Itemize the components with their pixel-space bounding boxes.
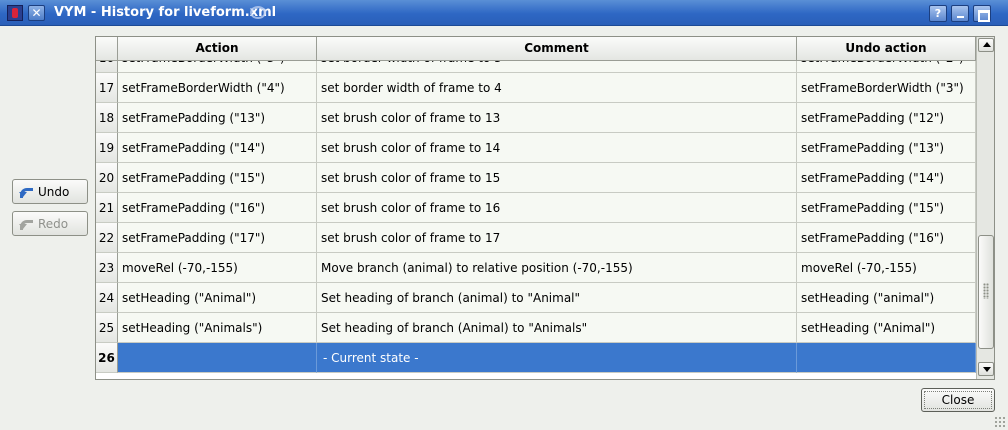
- table-row[interactable]: 16 setFrameBorderWidth ("3") set border …: [96, 61, 976, 73]
- table-row[interactable]: 23 moveRel (-70,-155) Move branch (anima…: [96, 253, 976, 283]
- close-button[interactable]: Close: [921, 388, 995, 412]
- column-header-comment[interactable]: Comment: [317, 37, 797, 61]
- history-table: Action Comment Undo action 16 setFrameBo…: [95, 36, 995, 380]
- window-close-button[interactable]: ✕: [28, 5, 45, 21]
- table-row-current-state[interactable]: 26 - Current state -: [96, 343, 976, 373]
- action-cell[interactable]: setHeading ("Animals"): [118, 313, 317, 343]
- action-cell[interactable]: moveRel (-70,-155): [118, 253, 317, 283]
- comment-cell[interactable]: Set heading of branch (Animal) to "Anima…: [317, 313, 797, 343]
- row-number: 17: [96, 73, 118, 103]
- action-cell[interactable]: setFramePadding ("16"): [118, 193, 317, 223]
- table-row[interactable]: 20 setFramePadding ("15") set brush colo…: [96, 163, 976, 193]
- undo-action-cell[interactable]: setFramePadding ("14"): [797, 163, 976, 193]
- help-button[interactable]: ?: [929, 5, 947, 22]
- app-icon[interactable]: [7, 5, 23, 21]
- table-row[interactable]: 17 setFrameBorderWidth ("4") set border …: [96, 73, 976, 103]
- redo-button[interactable]: Redo: [12, 211, 88, 236]
- comment-cell[interactable]: Set heading of branch (animal) to "Anima…: [317, 283, 797, 313]
- action-cell[interactable]: setHeading ("Animal"): [118, 283, 317, 313]
- table-body: 16 setFrameBorderWidth ("3") set border …: [96, 61, 976, 379]
- undo-action-cell[interactable]: [797, 343, 976, 373]
- action-cell[interactable]: setFramePadding ("17"): [118, 223, 317, 253]
- comment-cell[interactable]: set brush color of frame to 14: [317, 133, 797, 163]
- comment-cell[interactable]: set border width of frame to 4: [317, 73, 797, 103]
- row-number: 22: [96, 223, 118, 253]
- action-cell[interactable]: setFrameBorderWidth ("4"): [118, 73, 317, 103]
- action-cell[interactable]: setFramePadding ("15"): [118, 163, 317, 193]
- undo-label: Undo: [38, 184, 70, 199]
- row-number: 23: [96, 253, 118, 283]
- swirl-icon: [250, 6, 266, 19]
- undo-action-cell[interactable]: setFramePadding ("15"): [797, 193, 976, 223]
- comment-cell[interactable]: set border width of frame to 3: [317, 61, 797, 73]
- column-header-undo-action[interactable]: Undo action: [797, 37, 976, 61]
- row-number: 25: [96, 313, 118, 343]
- table-row[interactable]: 25 setHeading ("Animals") Set heading of…: [96, 313, 976, 343]
- table-row[interactable]: 24 setHeading ("Animal") Set heading of …: [96, 283, 976, 313]
- action-cell[interactable]: setFramePadding ("13"): [118, 103, 317, 133]
- undo-action-cell[interactable]: setFramePadding ("12"): [797, 103, 976, 133]
- table-row[interactable]: 21 setFramePadding ("16") set brush colo…: [96, 193, 976, 223]
- comment-cell[interactable]: set brush color of frame to 15: [317, 163, 797, 193]
- vertical-scrollbar[interactable]: [976, 37, 994, 379]
- scrollbar-thumb[interactable]: [978, 235, 994, 349]
- row-number: 16: [96, 61, 118, 73]
- undo-button[interactable]: Undo: [12, 179, 88, 204]
- comment-cell[interactable]: set brush color of frame to 13: [317, 103, 797, 133]
- undo-arrow-icon: [19, 186, 35, 198]
- window-title: VYM - History for liveform.xml: [54, 5, 277, 20]
- undo-action-cell[interactable]: setFramePadding ("16"): [797, 223, 976, 253]
- row-number: 21: [96, 193, 118, 223]
- undo-action-cell[interactable]: setFrameBorderWidth ("2"): [797, 61, 976, 73]
- redo-arrow-icon: [19, 218, 35, 230]
- comment-cell[interactable]: - Current state -: [317, 343, 797, 373]
- minimize-button[interactable]: [951, 5, 969, 22]
- comment-cell[interactable]: set brush color of frame to 17: [317, 223, 797, 253]
- undo-action-cell[interactable]: moveRel (-70,-155): [797, 253, 976, 283]
- row-number: 26: [96, 343, 118, 373]
- undo-action-cell[interactable]: setHeading ("animal"): [797, 283, 976, 313]
- undo-action-cell[interactable]: setHeading ("Animal"): [797, 313, 976, 343]
- row-number: 18: [96, 103, 118, 133]
- table-row[interactable]: 22 setFramePadding ("17") set brush colo…: [96, 223, 976, 253]
- redo-label: Redo: [38, 216, 69, 231]
- action-cell[interactable]: setFrameBorderWidth ("3"): [118, 61, 317, 73]
- undo-action-cell[interactable]: setFramePadding ("13"): [797, 133, 976, 163]
- action-cell[interactable]: setFramePadding ("14"): [118, 133, 317, 163]
- maximize-button[interactable]: [973, 5, 991, 22]
- undo-action-cell[interactable]: setFrameBorderWidth ("3"): [797, 73, 976, 103]
- comment-cell[interactable]: Move branch (animal) to relative positio…: [317, 253, 797, 283]
- action-cell[interactable]: [118, 343, 317, 373]
- table-corner[interactable]: [96, 37, 118, 61]
- table-rows: 16 setFrameBorderWidth ("3") set border …: [96, 61, 976, 373]
- table-row[interactable]: 18 setFramePadding ("13") set brush colo…: [96, 103, 976, 133]
- scroll-down-icon[interactable]: [978, 362, 994, 376]
- scroll-up-icon[interactable]: [978, 38, 994, 52]
- title-bar: ✕ VYM - History for liveform.xml ?: [0, 0, 1008, 26]
- comment-cell[interactable]: set brush color of frame to 16: [317, 193, 797, 223]
- column-header-action[interactable]: Action: [118, 37, 317, 61]
- table-row[interactable]: 19 setFramePadding ("14") set brush colo…: [96, 133, 976, 163]
- row-number: 24: [96, 283, 118, 313]
- row-number: 19: [96, 133, 118, 163]
- row-number: 20: [96, 163, 118, 193]
- resize-grip-icon[interactable]: [994, 416, 1006, 428]
